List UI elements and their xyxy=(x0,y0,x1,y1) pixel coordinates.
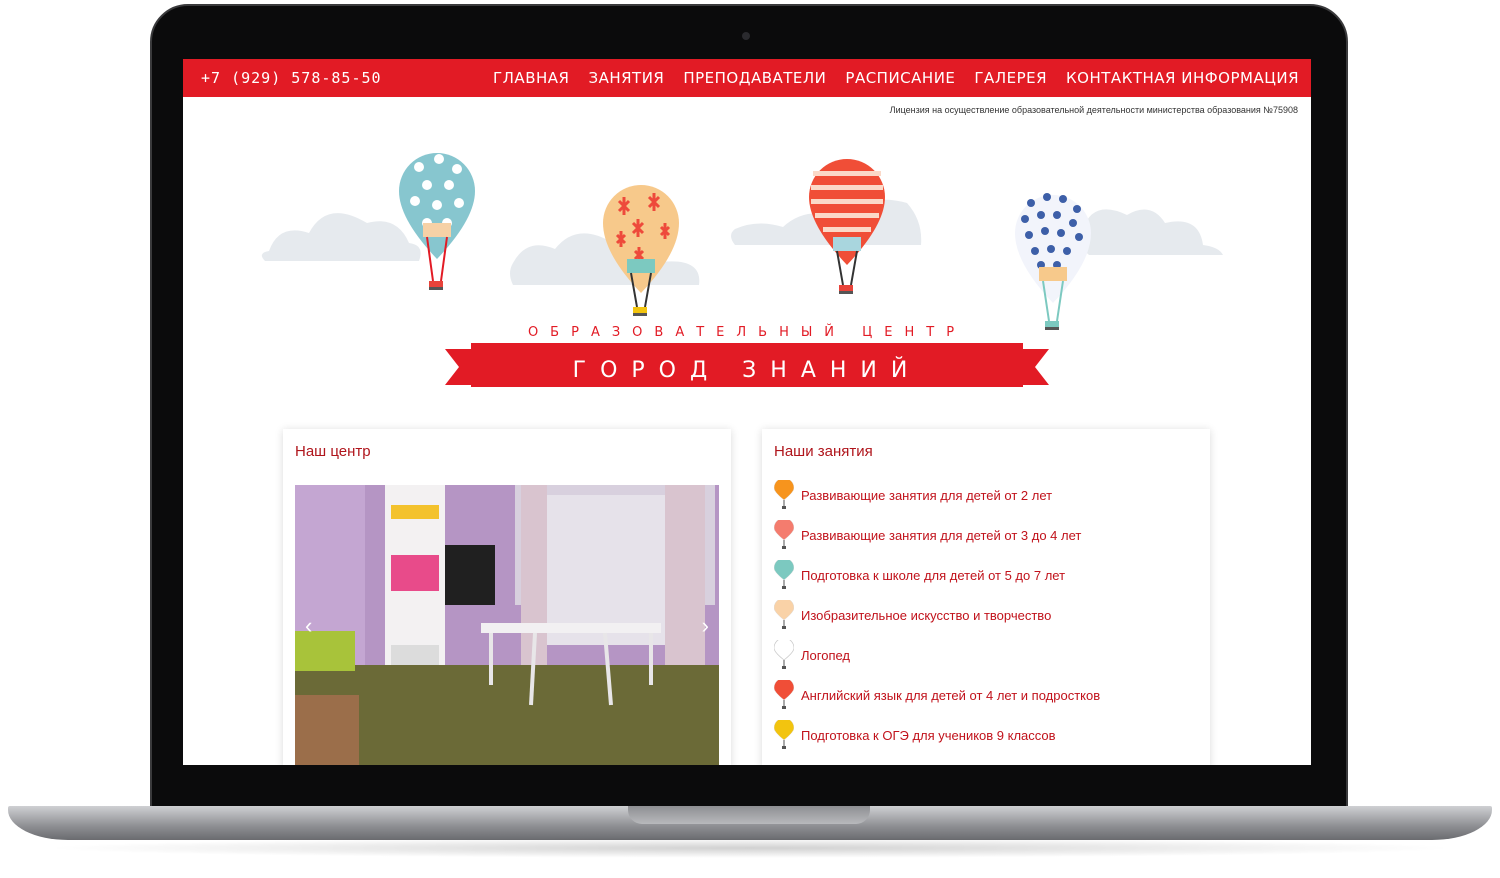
class-label[interactable]: Развивающие занятия для детей от 3 до 4 … xyxy=(801,528,1081,543)
balloon-icon xyxy=(774,600,794,629)
balloon-icon xyxy=(774,520,794,549)
list-item[interactable]: Развивающие занятия для детей от 2 лет xyxy=(774,475,1100,515)
main-nav: ГЛАВНАЯ ЗАНЯТИЯ ПРЕПОДАВАТЕЛИ РАСПИСАНИЕ… xyxy=(493,69,1299,87)
nav-item-teachers[interactable]: ПРЕПОДАВАТЕЛИ xyxy=(683,69,826,87)
balloon-icon xyxy=(774,720,794,749)
laptop-shadow xyxy=(40,838,1460,858)
list-item[interactable]: Английский язык для детей от 4 лет и под… xyxy=(774,675,1100,715)
license-text: Лицензия на осуществление образовательно… xyxy=(889,105,1298,115)
phone-number[interactable]: +7 (929) 578-85-50 xyxy=(201,69,382,87)
our-classes-title: Наши занятия xyxy=(774,443,873,460)
camera-icon xyxy=(742,32,750,40)
class-label[interactable]: Подготовка к ОГЭ для учеников 9 классов xyxy=(801,728,1056,743)
slider-prev-arrow[interactable]: ‹ xyxy=(305,613,312,639)
nav-item-contacts[interactable]: КОНТАКТНАЯ ИНФОРМАЦИЯ xyxy=(1066,69,1299,87)
class-label[interactable]: Подготовка к школе для детей от 5 до 7 л… xyxy=(801,568,1065,583)
balloon-icon xyxy=(774,680,794,709)
class-label[interactable]: Изобразительное искусство и творчество xyxy=(801,608,1051,623)
laptop-notch xyxy=(628,806,870,824)
our-classes-card: Наши занятия Развивающие занятия для дет… xyxy=(762,429,1210,765)
balloon-red-icon xyxy=(809,159,885,294)
hero-title: ГОРОД ЗНАНИЙ xyxy=(572,358,922,383)
class-label[interactable]: Английский язык для детей от 4 лет и под… xyxy=(801,688,1100,703)
balloon-pattern-icon xyxy=(1015,193,1091,330)
list-item[interactable]: Логопед xyxy=(774,635,1100,675)
list-item[interactable]: Развивающие занятия для детей от 3 до 4 … xyxy=(774,515,1100,555)
hero-subtitle: ОБРАЗОВАТЕЛЬНЫЙ ЦЕНТР xyxy=(527,325,967,340)
balloon-icon xyxy=(774,640,794,669)
class-label[interactable]: Логопед xyxy=(801,648,850,663)
laptop-mockup: +7 (929) 578-85-50 ГЛАВНАЯ ЗАНЯТИЯ ПРЕПО… xyxy=(0,0,1500,878)
classroom-photo xyxy=(295,485,719,765)
list-item[interactable]: Изобразительное искусство и творчество xyxy=(774,595,1100,635)
class-label[interactable]: Развивающие занятия для детей от 2 лет xyxy=(801,488,1052,503)
classes-list: Развивающие занятия для детей от 2 лет Р… xyxy=(774,475,1100,755)
balloon-icon xyxy=(774,560,794,589)
list-item[interactable]: Подготовка к школе для детей от 5 до 7 л… xyxy=(774,555,1100,595)
balloon-yellow-icon xyxy=(603,185,679,316)
our-center-title: Наш центр xyxy=(295,443,371,460)
our-center-card: Наш центр ‹ › xyxy=(283,429,731,765)
top-bar: +7 (929) 578-85-50 ГЛАВНАЯ ЗАНЯТИЯ ПРЕПО… xyxy=(183,59,1311,97)
nav-item-gallery[interactable]: ГАЛЕРЕЯ xyxy=(974,69,1047,87)
center-photo-slider[interactable]: ‹ › xyxy=(295,485,719,765)
balloon-icon xyxy=(774,480,794,509)
nav-item-home[interactable]: ГЛАВНАЯ xyxy=(493,69,569,87)
nav-item-schedule[interactable]: РАСПИСАНИЕ xyxy=(845,69,955,87)
list-item[interactable]: Подготовка к ОГЭ для учеников 9 классов xyxy=(774,715,1100,755)
balloon-blue-icon xyxy=(399,153,475,290)
browser-screen: +7 (929) 578-85-50 ГЛАВНАЯ ЗАНЯТИЯ ПРЕПО… xyxy=(183,59,1311,765)
slider-next-arrow[interactable]: › xyxy=(702,613,709,639)
nav-item-classes[interactable]: ЗАНЯТИЯ xyxy=(588,69,664,87)
